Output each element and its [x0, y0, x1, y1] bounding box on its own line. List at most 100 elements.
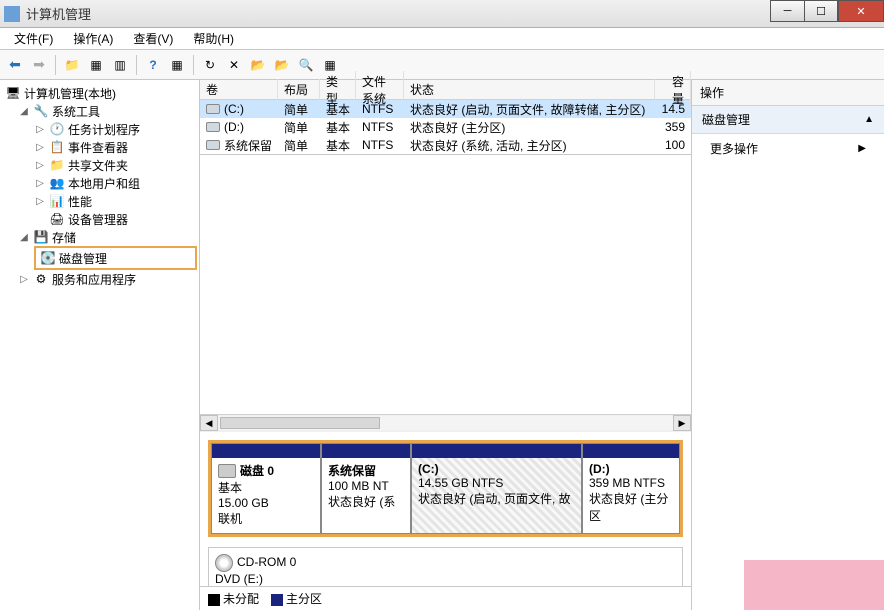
- delete-button[interactable]: ✕: [223, 54, 245, 76]
- scroll-thumb[interactable]: [220, 417, 380, 429]
- table-row[interactable]: (C:) 简单 基本 NTFS 状态良好 (启动, 页面文件, 故障转储, 主分…: [200, 100, 691, 118]
- partition-status: 状态良好 (主分区: [589, 490, 673, 524]
- disk-size: 15.00 GB: [218, 496, 314, 510]
- menu-help[interactable]: 帮助(H): [185, 28, 242, 49]
- cell: NTFS: [356, 101, 404, 117]
- properties-button[interactable]: ▥: [109, 54, 131, 76]
- disk-status: 联机: [218, 510, 314, 527]
- help-button[interactable]: ?: [142, 54, 164, 76]
- toolbar-icon[interactable]: 🔍: [295, 54, 317, 76]
- volume-table: 卷 布局 类型 文件系统 状态 容量 (C:) 简单 基本 NTFS 状态良好 …: [200, 80, 691, 155]
- disk-icon: [218, 464, 236, 478]
- back-button[interactable]: ⬅: [4, 54, 26, 76]
- disk-info-panel[interactable]: 磁盘 0 基本 15.00 GB 联机: [211, 443, 321, 534]
- cell: 简单: [278, 100, 320, 119]
- forward-button[interactable]: ➡: [28, 54, 50, 76]
- cell: 359: [655, 119, 691, 135]
- collapse-icon[interactable]: ◢: [18, 232, 30, 243]
- partition-c[interactable]: (C:) 14.55 GB NTFS 状态良好 (启动, 页面文件, 故: [411, 443, 582, 534]
- actions-more-label: 更多操作: [710, 140, 758, 157]
- minimize-button[interactable]: ─: [770, 0, 804, 22]
- tree-task-scheduler[interactable]: ▷ 🕐 任务计划程序: [34, 120, 197, 138]
- cdrom-info-panel: CD-ROM 0 DVD (E:) 无媒体: [209, 548, 319, 587]
- menu-view[interactable]: 查看(V): [125, 28, 181, 49]
- tree-label: 事件查看器: [68, 139, 128, 156]
- folder-icon: 📁: [49, 157, 65, 173]
- actions-section[interactable]: 磁盘管理 ▲: [692, 106, 884, 134]
- cell: 系统保留: [224, 137, 272, 154]
- partition-name: (D:): [589, 462, 673, 476]
- actions-section-label: 磁盘管理: [702, 111, 750, 128]
- partition-status: 状态良好 (系: [328, 493, 404, 510]
- tools-icon: 🔧: [33, 103, 49, 119]
- tree-label: 共享文件夹: [68, 157, 128, 174]
- tree-root[interactable]: 🖥 计算机管理(本地): [2, 84, 197, 102]
- maximize-button[interactable]: ☐: [804, 0, 838, 22]
- tree-disk-management[interactable]: 💽 磁盘管理: [37, 249, 194, 267]
- cell: 状态良好 (主分区): [404, 118, 655, 137]
- partition-size: 100 MB NT: [328, 479, 404, 493]
- refresh-button[interactable]: ↻: [199, 54, 221, 76]
- actions-panel: 操作 磁盘管理 ▲ 更多操作 ▶: [692, 80, 884, 610]
- disk-icon: 💽: [40, 250, 56, 266]
- cell: 简单: [278, 136, 320, 155]
- cdrom-row[interactable]: CD-ROM 0 DVD (E:) 无媒体: [208, 547, 683, 587]
- legend: 未分配 主分区: [200, 586, 691, 610]
- legend-unallocated-label: 未分配: [223, 592, 259, 606]
- cell: 状态良好 (启动, 页面文件, 故障转储, 主分区): [404, 100, 655, 119]
- cell: (D:): [224, 120, 244, 134]
- toolbar-icon[interactable]: 📂: [247, 54, 269, 76]
- header-layout[interactable]: 布局: [278, 79, 320, 100]
- expand-icon[interactable]: ▷: [34, 178, 46, 189]
- horizontal-scrollbar[interactable]: ◀ ▶: [200, 414, 691, 432]
- app-icon: [4, 6, 20, 22]
- partition-size: 359 MB NTFS: [589, 476, 673, 490]
- expand-icon[interactable]: ▷: [18, 274, 30, 285]
- tree-performance[interactable]: ▷ 📊 性能: [34, 192, 197, 210]
- tree-event-viewer[interactable]: ▷ 📋 事件查看器: [34, 138, 197, 156]
- tree-shared-folders[interactable]: ▷ 📁 共享文件夹: [34, 156, 197, 174]
- actions-more[interactable]: 更多操作 ▶: [692, 134, 884, 163]
- toolbar-icon[interactable]: ▦: [166, 54, 188, 76]
- expand-icon[interactable]: ▷: [34, 160, 46, 171]
- tree-label: 存储: [52, 229, 76, 246]
- header-status[interactable]: 状态: [404, 79, 655, 100]
- scroll-track[interactable]: [218, 416, 673, 430]
- actions-header: 操作: [692, 80, 884, 106]
- tree-services-apps[interactable]: ▷ ⚙ 服务和应用程序: [18, 270, 197, 288]
- up-button[interactable]: 📁: [61, 54, 83, 76]
- partition-system-reserved[interactable]: 系统保留 100 MB NT 状态良好 (系: [321, 443, 411, 534]
- header-volume[interactable]: 卷: [200, 79, 278, 100]
- tree-storage[interactable]: ◢ 💾 存储: [18, 228, 197, 246]
- tree-system-tools[interactable]: ◢ 🔧 系统工具: [18, 102, 197, 120]
- menubar: 文件(F) 操作(A) 查看(V) 帮助(H): [0, 28, 884, 50]
- menu-action[interactable]: 操作(A): [65, 28, 121, 49]
- cell: 基本: [320, 118, 356, 137]
- partition-status: 状态良好 (启动, 页面文件, 故: [418, 490, 575, 507]
- tree-root-label: 计算机管理(本地): [24, 85, 116, 102]
- tree-label: 磁盘管理: [59, 250, 107, 267]
- volume-icon: [206, 122, 220, 132]
- disk-graphical-area: 磁盘 0 基本 15.00 GB 联机 系统保留 100 MB NT 状态良好 …: [200, 432, 691, 587]
- cell: 基本: [320, 136, 356, 155]
- cell: 14.5: [655, 101, 691, 117]
- show-hide-tree-button[interactable]: ▦: [85, 54, 107, 76]
- partition-size: 14.55 GB NTFS: [418, 476, 575, 490]
- window-title: 计算机管理: [26, 4, 880, 23]
- expand-icon[interactable]: ▷: [34, 142, 46, 153]
- table-row[interactable]: 系统保留 简单 基本 NTFS 状态良好 (系统, 活动, 主分区) 100: [200, 136, 691, 154]
- scroll-left-button[interactable]: ◀: [200, 415, 218, 431]
- toolbar-icon[interactable]: 📂: [271, 54, 293, 76]
- tree-device-manager[interactable]: 🖨 设备管理器: [34, 210, 197, 228]
- close-button[interactable]: ✕: [838, 0, 884, 22]
- storage-icon: 💾: [33, 229, 49, 245]
- tree-local-users[interactable]: ▷ 👥 本地用户和组: [34, 174, 197, 192]
- expand-icon[interactable]: ▷: [34, 196, 46, 207]
- tree-label: 本地用户和组: [68, 175, 140, 192]
- partition-d[interactable]: (D:) 359 MB NTFS 状态良好 (主分区: [582, 443, 680, 534]
- menu-file[interactable]: 文件(F): [6, 28, 61, 49]
- collapse-icon[interactable]: ◢: [18, 106, 30, 117]
- expand-icon[interactable]: ▷: [34, 124, 46, 135]
- scroll-right-button[interactable]: ▶: [673, 415, 691, 431]
- table-row[interactable]: (D:) 简单 基本 NTFS 状态良好 (主分区) 359: [200, 118, 691, 136]
